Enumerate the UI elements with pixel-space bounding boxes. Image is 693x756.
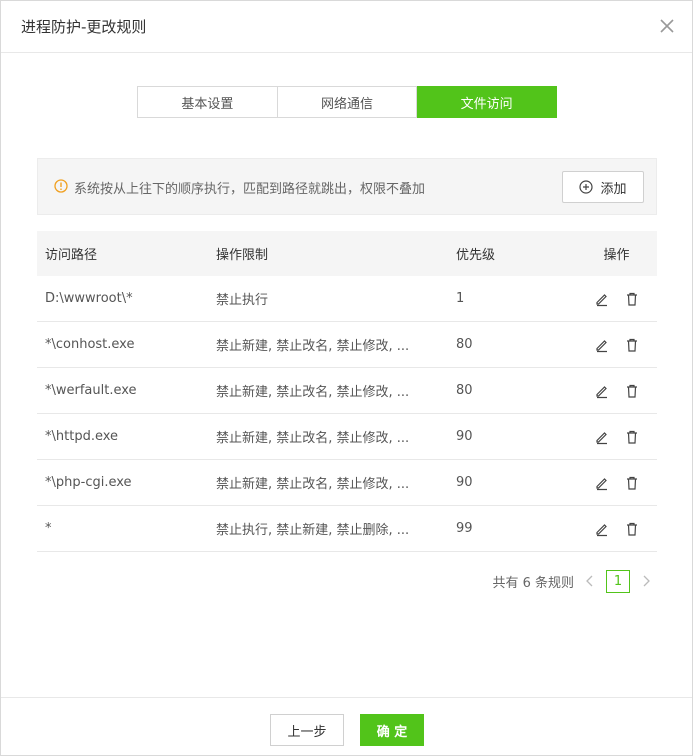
tab-network[interactable]: 网络通信 — [277, 86, 418, 118]
edit-icon[interactable] — [594, 475, 610, 491]
tab-file-access[interactable]: 文件访问 — [417, 86, 558, 118]
page-number[interactable]: 1 — [606, 569, 630, 593]
cell-priority: 90 — [456, 475, 473, 490]
cell-actions — [576, 383, 657, 399]
table-row: * 禁止执行, 禁止新建, 禁止删除, ... 99 — [37, 506, 657, 552]
header-ops: 操作限制 — [216, 248, 269, 263]
cell-ops: 禁止执行 — [216, 293, 269, 308]
table-header: 访问路径 操作限制 优先级 操作 — [37, 231, 657, 276]
header-actions: 操作 — [603, 248, 630, 263]
cell-ops: 禁止新建, 禁止改名, 禁止修改, ... — [216, 431, 410, 446]
delete-icon[interactable] — [624, 521, 640, 537]
cell-actions — [576, 521, 657, 537]
chevron-left-icon[interactable] — [584, 574, 596, 588]
edit-icon[interactable] — [594, 383, 610, 399]
cell-actions — [576, 337, 657, 353]
dialog-header: 进程防护-更改规则 — [1, 1, 692, 53]
tab-basic-settings[interactable]: 基本设置 — [137, 86, 278, 118]
table-row: D:\wwwroot\* 禁止执行 1 — [37, 276, 657, 322]
delete-icon[interactable] — [624, 383, 640, 399]
edit-icon[interactable] — [594, 521, 610, 537]
dialog-title: 进程防护-更改规则 — [21, 18, 147, 36]
cell-path: *\php-cgi.exe — [45, 475, 132, 490]
header-path: 访问路径 — [45, 248, 98, 263]
confirm-button[interactable]: 确 定 — [360, 714, 424, 746]
warning-circle-icon — [54, 179, 68, 193]
cell-priority: 80 — [456, 337, 473, 352]
table-row: *\werfault.exe 禁止新建, 禁止改名, 禁止修改, ... 80 — [37, 368, 657, 414]
dialog-footer: 上一步 确 定 — [1, 697, 692, 755]
cell-priority: 90 — [456, 429, 473, 444]
cell-ops: 禁止新建, 禁止改名, 禁止修改, ... — [216, 339, 410, 354]
table-row: *\conhost.exe 禁止新建, 禁止改名, 禁止修改, ... 80 — [37, 322, 657, 368]
cell-path: * — [45, 521, 52, 536]
add-button[interactable]: 添加 — [562, 171, 644, 203]
pagination-summary: 共有 6 条规则 — [492, 575, 574, 591]
cell-actions — [576, 475, 657, 491]
cell-priority: 1 — [456, 291, 465, 306]
cell-ops: 禁止执行, 禁止新建, 禁止删除, ... — [216, 523, 410, 538]
cell-priority: 99 — [456, 521, 473, 536]
cell-path: *\httpd.exe — [45, 429, 119, 444]
edit-icon[interactable] — [594, 291, 610, 307]
delete-icon[interactable] — [624, 429, 640, 445]
cell-actions — [576, 291, 657, 307]
cell-ops: 禁止新建, 禁止改名, 禁止修改, ... — [216, 477, 410, 492]
tab-bar: 基本设置 网络通信 文件访问 — [137, 86, 558, 118]
cell-priority: 80 — [456, 383, 473, 398]
chevron-right-icon[interactable] — [640, 574, 652, 588]
delete-icon[interactable] — [624, 337, 640, 353]
notice-text: 系统按从上往下的顺序执行，匹配到路径就跳出，权限不叠加 — [74, 182, 426, 197]
cell-actions — [576, 429, 657, 445]
notice-bar: 系统按从上往下的顺序执行，匹配到路径就跳出，权限不叠加 添加 — [37, 158, 657, 215]
edit-icon[interactable] — [594, 337, 610, 353]
delete-icon[interactable] — [624, 475, 640, 491]
close-icon[interactable] — [656, 15, 678, 37]
prev-step-button[interactable]: 上一步 — [270, 714, 344, 746]
rule-dialog: 进程防护-更改规则 基本设置 网络通信 文件访问 系统按从上往下的顺序执行，匹配… — [0, 0, 693, 756]
rules-table: 访问路径 操作限制 优先级 操作 D:\wwwroot\* 禁止执行 1 *\c… — [37, 231, 657, 552]
header-priority: 优先级 — [456, 248, 496, 263]
edit-icon[interactable] — [594, 429, 610, 445]
plus-circle-icon — [579, 180, 594, 194]
table-row: *\php-cgi.exe 禁止新建, 禁止改名, 禁止修改, ... 90 — [37, 460, 657, 506]
cell-path: D:\wwwroot\* — [45, 291, 133, 306]
cell-path: *\conhost.exe — [45, 337, 135, 352]
cell-ops: 禁止新建, 禁止改名, 禁止修改, ... — [216, 385, 410, 400]
table-row: *\httpd.exe 禁止新建, 禁止改名, 禁止修改, ... 90 — [37, 414, 657, 460]
cell-path: *\werfault.exe — [45, 383, 137, 398]
delete-icon[interactable] — [624, 291, 640, 307]
add-button-label: 添加 — [600, 181, 627, 197]
pagination: 共有 6 条规则 1 — [492, 569, 652, 593]
